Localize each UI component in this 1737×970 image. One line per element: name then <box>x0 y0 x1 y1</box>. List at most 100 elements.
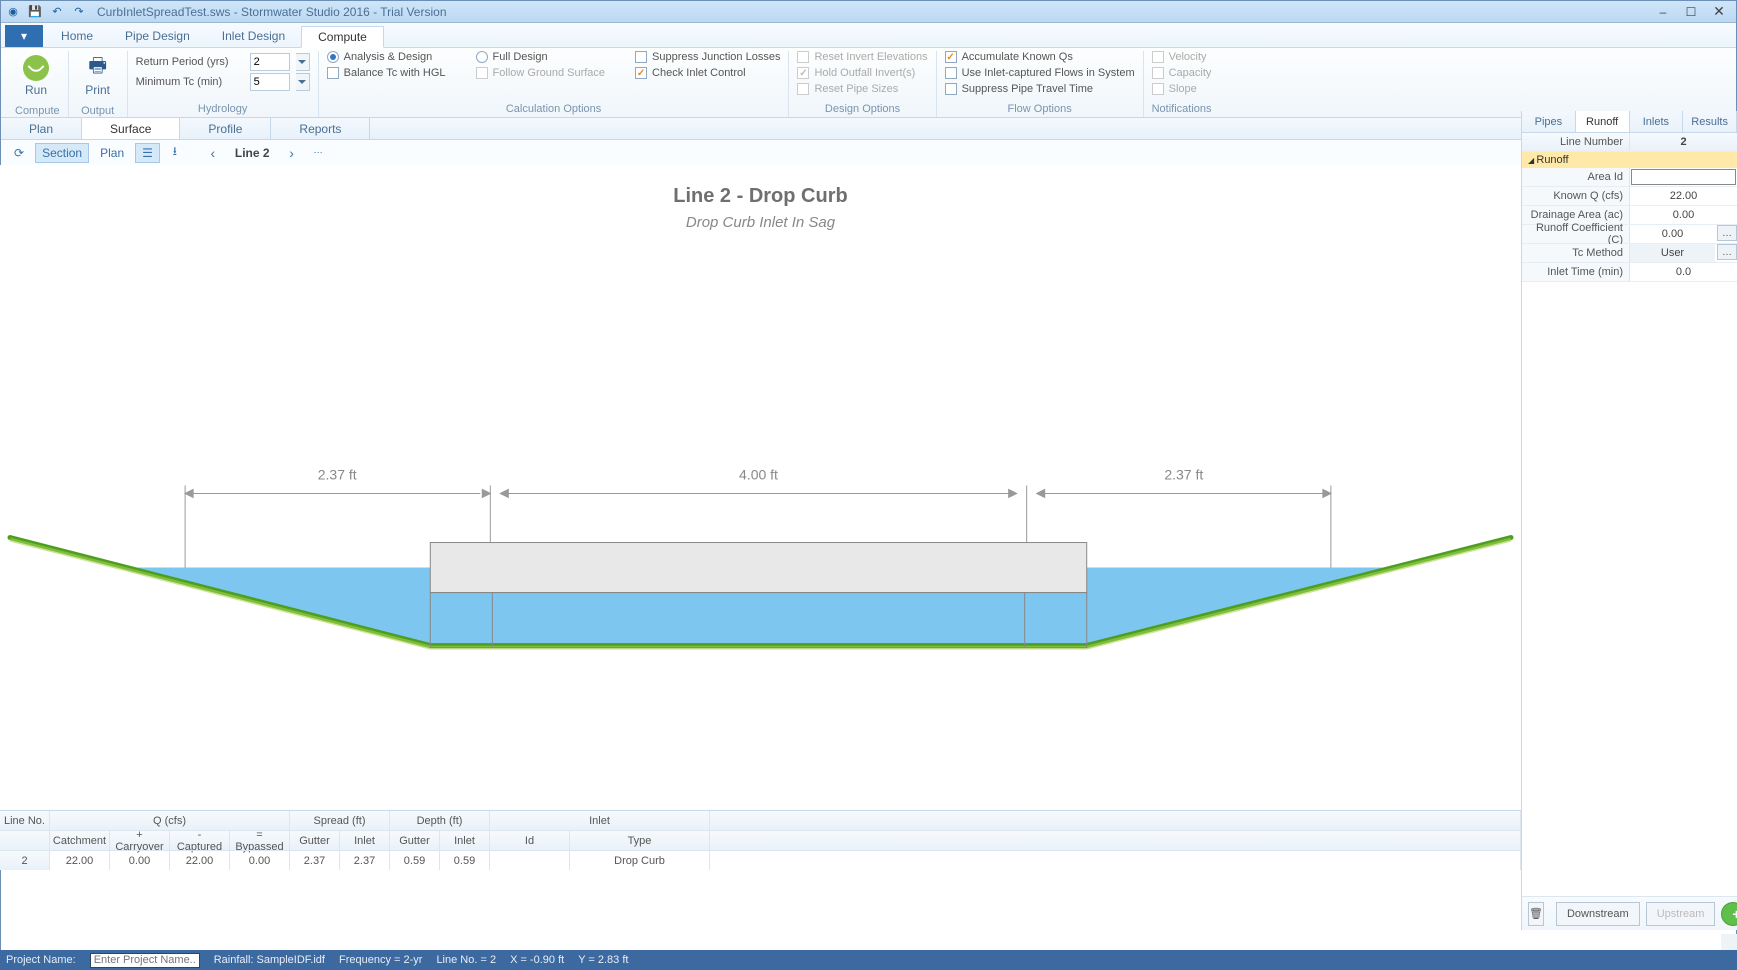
delete-button[interactable]: 🗑 <box>1528 902 1544 926</box>
add-button[interactable]: + <box>1721 902 1737 926</box>
plan-toggle[interactable]: Plan <box>93 143 131 163</box>
runoff-coef-value[interactable]: 0.00 <box>1630 225 1715 243</box>
radio-icon <box>476 51 488 63</box>
downstream-button[interactable]: Downstream <box>1556 902 1640 926</box>
file-tab[interactable]: ▾ <box>5 25 43 47</box>
undo-icon[interactable]: ↶ <box>49 4 65 20</box>
view-tab-surface[interactable]: Surface <box>82 118 180 139</box>
opt-hold-outfall: Hold Outfall Invert(s) <box>797 67 927 79</box>
min-tc-dropdown[interactable] <box>296 73 310 91</box>
project-name-input[interactable] <box>90 953 200 968</box>
upstream-button: Upstream <box>1646 902 1716 926</box>
view-tab-profile[interactable]: Profile <box>180 118 271 139</box>
tc-method-button[interactable]: … <box>1717 244 1737 260</box>
checkbox-icon <box>1152 83 1164 95</box>
tab-pipes[interactable]: Pipes <box>1522 111 1576 132</box>
checkbox-icon <box>1152 67 1164 79</box>
checkbox-icon <box>635 51 647 63</box>
dim-mid: 4.00 ft <box>739 466 778 482</box>
view-mode-icon[interactable]: ☰ <box>135 143 160 163</box>
view-tab-plan[interactable]: Plan <box>1 118 82 139</box>
opt-full-design[interactable]: Full Design <box>476 51 606 63</box>
download-icon[interactable]: ⭳ <box>164 143 186 163</box>
prev-line-button[interactable]: ‹ <box>202 143 224 163</box>
checkbox-icon <box>635 67 647 79</box>
tab-runoff[interactable]: Runoff <box>1576 111 1630 132</box>
cross-section-view[interactable]: Line 2 - Drop Curb Drop Curb Inlet In Sa… <box>0 165 1521 810</box>
drainage-area-value[interactable]: 0.00 <box>1630 206 1737 224</box>
save-icon[interactable]: 💾 <box>27 4 43 20</box>
group-runoff[interactable]: Runoff <box>1522 152 1737 168</box>
line-number-value: 2 <box>1630 133 1737 151</box>
trash-icon: 🗑 <box>1529 907 1543 920</box>
tab-results[interactable]: Results <box>1683 111 1737 132</box>
group-compute-label: Compute <box>15 101 60 119</box>
area-id-input[interactable] <box>1631 169 1736 185</box>
print-button[interactable]: 🖶 Print <box>77 51 119 101</box>
known-q-value[interactable]: 22.00 <box>1630 187 1737 205</box>
resize-grip[interactable] <box>1721 934 1737 950</box>
col-lineno: Line No. <box>0 811 50 830</box>
app-icon: ◉ <box>5 4 21 20</box>
opt-analysis-design[interactable]: Analysis & Design <box>327 51 446 63</box>
refresh-icon[interactable]: ⟳ <box>7 143 31 163</box>
status-frequency: Frequency = 2-yr <box>339 954 422 966</box>
table-row[interactable]: 2 22.00 0.00 22.00 0.00 2.37 2.37 0.59 0… <box>0 850 1521 870</box>
maximize-button[interactable]: ☐ <box>1678 3 1704 21</box>
run-button[interactable]: Run <box>15 51 57 101</box>
more-icon[interactable]: ⋯ <box>307 143 330 163</box>
return-period-label: Return Period (yrs) <box>136 56 244 68</box>
properties-panel: Pipes Runoff Inlets Results Line Number2… <box>1521 111 1737 930</box>
status-bar: Project Name: Rainfall: SampleIDF.idf Fr… <box>0 950 1737 970</box>
group-flowopt-label: Flow Options <box>945 99 1135 117</box>
opt-reset-pipe: Reset Pipe Sizes <box>797 83 927 95</box>
opt-capacity: Capacity <box>1152 67 1212 79</box>
checkbox-icon <box>797 83 809 95</box>
checkbox-icon <box>476 67 488 79</box>
return-period-input[interactable] <box>250 53 290 71</box>
inlet-time-value[interactable]: 0.0 <box>1630 263 1737 281</box>
col-q: Q (cfs) <box>50 811 290 830</box>
project-name-label: Project Name: <box>6 954 76 966</box>
min-tc-input[interactable] <box>250 73 290 91</box>
tab-inlets[interactable]: Inlets <box>1630 111 1684 132</box>
opt-accum-q[interactable]: Accumulate Known Qs <box>945 51 1135 63</box>
next-line-button[interactable]: › <box>281 143 303 163</box>
group-hydrology-label: Hydrology <box>136 99 310 117</box>
tab-home[interactable]: Home <box>45 25 109 47</box>
return-period-dropdown[interactable] <box>296 53 310 71</box>
tab-pipe-design[interactable]: Pipe Design <box>109 25 206 47</box>
tc-method-select[interactable]: User <box>1630 244 1715 262</box>
window-title: CurbInletSpreadTest.sws - Stormwater Stu… <box>97 5 447 19</box>
min-tc-label: Minimum Tc (min) <box>136 76 244 88</box>
view-tab-reports[interactable]: Reports <box>271 118 370 139</box>
runoff-coef-button[interactable]: … <box>1717 225 1737 241</box>
surface-toolbar: ⟳ Section Plan ☰ ⭳ ‹ Line 2 › ⋯ <box>1 140 1736 166</box>
group-designopt-label: Design Options <box>797 99 927 117</box>
status-y: Y = 2.83 ft <box>578 954 628 966</box>
checkbox-icon <box>327 67 339 79</box>
opt-inlet-cap[interactable]: Use Inlet-captured Flows in System <box>945 67 1135 79</box>
print-label: Print <box>85 83 110 97</box>
current-line-label: Line 2 <box>228 143 277 163</box>
tab-inlet-design[interactable]: Inlet Design <box>206 25 301 47</box>
checkbox-icon <box>945 83 957 95</box>
opt-check-ic[interactable]: Check Inlet Control <box>635 67 780 79</box>
close-button[interactable]: ✕ <box>1706 3 1732 21</box>
radio-icon <box>327 51 339 63</box>
opt-balance-tc[interactable]: Balance Tc with HGL <box>327 67 446 79</box>
opt-suppress-jl[interactable]: Suppress Junction Losses <box>635 51 780 63</box>
main-content: Line 2 - Drop Curb Drop Curb Inlet In Sa… <box>0 165 1521 870</box>
checkbox-icon <box>945 51 957 63</box>
group-calcopt-label: Calculation Options <box>327 99 781 117</box>
section-toggle[interactable]: Section <box>35 143 89 163</box>
opt-suppress-pt[interactable]: Suppress Pipe Travel Time <box>945 83 1135 95</box>
quick-access-toolbar: ◉ 💾 ↶ ↷ <box>5 4 87 20</box>
ribbon: Run Compute 🖶 Print Output Return Period… <box>1 48 1736 118</box>
print-icon: 🖶 <box>85 55 111 81</box>
checkbox-icon <box>945 67 957 79</box>
tab-compute[interactable]: Compute <box>301 26 384 48</box>
minimize-button[interactable]: – <box>1650 3 1676 21</box>
redo-icon[interactable]: ↷ <box>71 4 87 20</box>
checkbox-icon <box>797 67 809 79</box>
